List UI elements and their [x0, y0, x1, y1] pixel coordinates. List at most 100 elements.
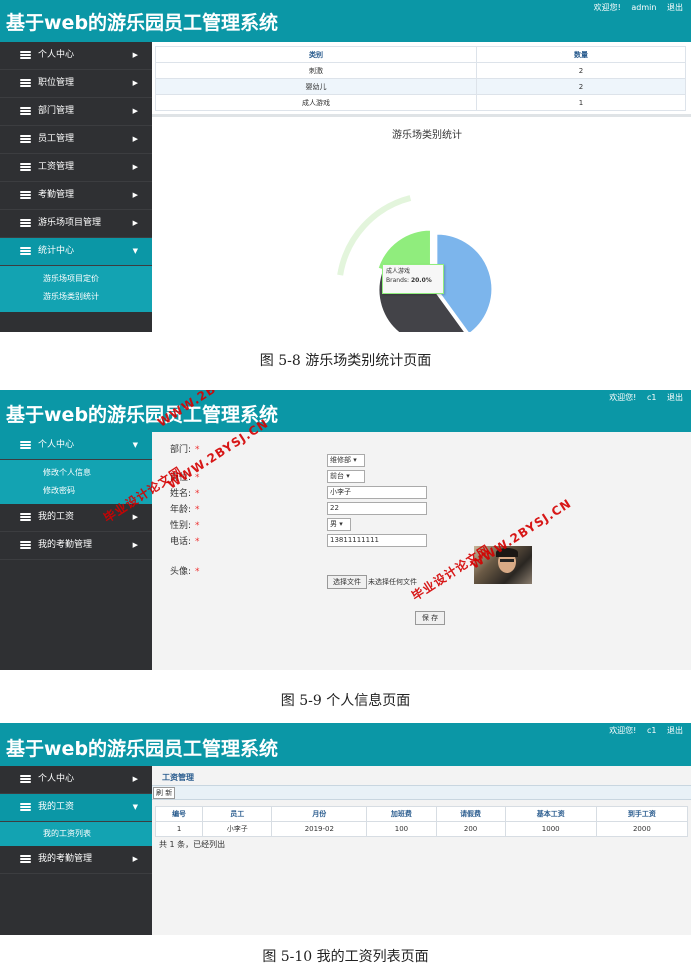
menu-icon	[20, 135, 31, 143]
column-header: 月份	[271, 806, 368, 822]
column-header: 员工	[202, 806, 273, 822]
app-title: 基于web的游乐园员工管理系统	[6, 12, 279, 34]
menu-icon	[20, 51, 31, 59]
sidebar-item-positions[interactable]: 职位管理 ▶	[0, 70, 152, 98]
profile-form: 部门: * 维修部 ▾ 岗位: * 前台 ▾ 姓名: * 小李子 年龄: * 22 性别…	[152, 432, 691, 670]
column-header: 加班费	[366, 806, 437, 822]
field-label-age: 年龄: *	[170, 505, 200, 515]
column-header: 类别	[155, 46, 477, 63]
position-select[interactable]: 前台 ▾	[327, 470, 365, 483]
sidebar-item-salary[interactable]: 工资管理 ▶	[0, 154, 152, 182]
chevron-right-icon: ▶	[132, 107, 138, 115]
submenu-item-edit-profile[interactable]: 修改个人信息	[0, 464, 152, 482]
main-content: 类别 数量 刺激 2 婴幼儿 2 成人游戏 1 游乐场类别统计 成人游戏 Brands…	[152, 42, 691, 332]
logout-link[interactable]: 退出	[667, 3, 683, 12]
table-row: 婴幼儿 2	[155, 78, 686, 95]
chevron-down-icon: ▼	[132, 803, 138, 811]
chevron-right-icon: ▶	[132, 191, 138, 199]
app-header: 基于web的游乐园员工管理系统 欢迎您! c1 退出	[0, 390, 691, 432]
sidebar: 个人中心 ▶ 职位管理 ▶ 部门管理 ▶ 员工管理 ▶ 工资管理 ▶ 考勤管理 ▶ 游乐场项…	[0, 42, 152, 332]
sidebar: 个人中心 ▼ 修改个人信息 修改密码 我的工资 ▶ 我的考勤管理 ▶	[0, 432, 152, 670]
column-header: 数量	[476, 46, 686, 63]
category-table: 类别 数量 刺激 2 婴幼儿 2 成人游戏 1	[155, 46, 686, 111]
file-status-text: 未选择任何文件	[368, 578, 417, 586]
sidebar-item-statistics[interactable]: 统计中心 ▼	[0, 238, 152, 266]
chevron-right-icon: ▶	[132, 79, 138, 87]
chevron-right-icon: ▶	[132, 135, 138, 143]
menu-icon	[20, 163, 31, 171]
field-label-phone: 电话: *	[170, 537, 200, 547]
app-header: 基于web的游乐园员工管理系统 欢迎您! admin 退出	[0, 0, 691, 42]
sidebar-item-departments[interactable]: 部门管理 ▶	[0, 98, 152, 126]
header-links: 欢迎您! admin 退出	[586, 2, 683, 13]
logout-link[interactable]: 退出	[667, 393, 683, 402]
chevron-right-icon: ▶	[132, 51, 138, 59]
column-header: 请假费	[435, 806, 506, 822]
menu-icon	[20, 855, 31, 863]
department-select[interactable]: 维修部 ▾	[327, 454, 365, 467]
submenu-item-salary-list[interactable]: 我的工资列表	[0, 825, 152, 843]
menu-icon	[20, 79, 31, 87]
table-row: 1 小李子 2019-02 100 200 1000 2000	[154, 821, 689, 837]
sidebar-item-my-attendance[interactable]: 我的考勤管理 ▶	[0, 532, 152, 560]
menu-icon	[20, 219, 31, 227]
logout-link[interactable]: 退出	[667, 726, 683, 735]
submenu-item-category-stats[interactable]: 游乐场类别统计	[0, 288, 152, 306]
sidebar-item-my-attendance[interactable]: 我的考勤管理 ▶	[0, 846, 152, 874]
sidebar-item-attendance[interactable]: 考勤管理 ▶	[0, 182, 152, 210]
welcome-text: 欢迎您!	[609, 726, 637, 735]
chevron-right-icon: ▶	[132, 163, 138, 171]
username-link[interactable]: c1	[647, 393, 657, 402]
toolbar: 刷 新	[152, 785, 691, 800]
column-header: 基本工资	[504, 806, 597, 822]
sidebar-item-my-salary[interactable]: 我的工资 ▼	[0, 794, 152, 822]
breadcrumb: 工资管理	[162, 773, 194, 782]
tooltip-label: 成人游戏	[386, 268, 411, 275]
age-input[interactable]: 22	[327, 502, 427, 515]
chevron-right-icon: ▶	[132, 541, 138, 549]
welcome-text: 欢迎您!	[593, 3, 621, 12]
menu-icon	[20, 441, 31, 449]
sidebar-item-profile[interactable]: 个人中心 ▶	[0, 766, 152, 794]
chevron-right-icon: ▶	[132, 775, 138, 783]
username-link[interactable]: c1	[647, 726, 657, 735]
caption-5-9: 图 5-9 个人信息页面	[280, 693, 411, 709]
phone-input[interactable]: 13811111111	[327, 534, 427, 547]
gender-select[interactable]: 男 ▾	[327, 518, 351, 531]
submenu-item-pricing[interactable]: 游乐场项目定价	[0, 270, 152, 288]
column-header: 编号	[154, 806, 204, 822]
screen-category-stats: 基于web的游乐园员工管理系统 欢迎您! admin 退出 个人中心 ▶ 职位管理…	[0, 0, 691, 332]
pie-chart	[337, 195, 493, 332]
username-link[interactable]: admin	[631, 3, 656, 12]
menu-icon	[20, 775, 31, 783]
save-button[interactable]: 保 存	[415, 611, 445, 625]
sidebar: 个人中心 ▶ 我的工资 ▼ 我的工资列表 我的考勤管理 ▶	[0, 766, 152, 935]
submenu-statistics: 游乐场项目定价 游乐场类别统计	[0, 266, 152, 312]
field-label-gender: 性别: *	[170, 521, 200, 531]
column-header: 到手工资	[595, 806, 689, 822]
field-label-avatar: 头像: *	[170, 567, 200, 577]
salary-table: 编号 员工 月份 加班费 请假费 基本工资 到手工资 1 小李子 2019-02 10…	[154, 806, 689, 837]
refresh-button[interactable]: 刷 新	[153, 787, 176, 799]
sidebar-item-profile[interactable]: 个人中心 ▶	[0, 42, 152, 70]
tooltip-series: Brands:	[386, 277, 410, 284]
caption-5-8: 图 5-8 游乐场类别统计页面	[259, 353, 432, 369]
sidebar-item-employees[interactable]: 员工管理 ▶	[0, 126, 152, 154]
summary-text: 共 1 条，已经列出	[159, 840, 226, 849]
chevron-right-icon: ▶	[132, 219, 138, 227]
tooltip-value: 20.0%	[410, 277, 432, 284]
choose-file-button[interactable]: 选择文件	[327, 575, 367, 589]
chevron-right-icon: ▶	[132, 855, 138, 863]
menu-icon	[20, 803, 31, 811]
chevron-down-icon: ▼	[132, 441, 138, 449]
sidebar-item-profile[interactable]: 个人中心 ▼	[0, 432, 152, 460]
submenu-salary: 我的工资列表	[0, 822, 152, 846]
menu-icon	[20, 541, 31, 549]
menu-icon	[20, 247, 31, 255]
sidebar-item-park-projects[interactable]: 游乐场项目管理 ▶	[0, 210, 152, 238]
divider	[152, 114, 691, 117]
app-title: 基于web的游乐园员工管理系统	[6, 738, 279, 760]
name-input[interactable]: 小李子	[327, 486, 427, 499]
screen-salary-list: 基于web的游乐园员工管理系统 欢迎您! c1 退出 个人中心 ▶ 我的工资 ▼ 我…	[0, 723, 691, 935]
main-content: 工资管理 刷 新 编号 员工 月份 加班费 请假费 基本工资 到手工资 1 小李子…	[152, 766, 691, 935]
